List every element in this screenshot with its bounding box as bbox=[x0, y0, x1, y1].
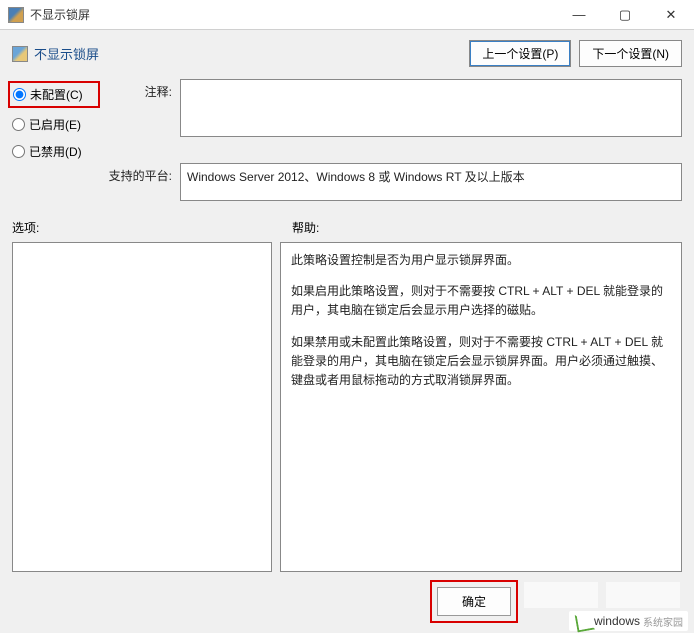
window-icon bbox=[8, 7, 24, 23]
faded-button-2 bbox=[606, 582, 680, 608]
close-button[interactable]: ✕ bbox=[648, 0, 694, 29]
radio-not-configured-input[interactable] bbox=[13, 88, 26, 101]
prev-setting-button[interactable]: 上一个设置(P) bbox=[469, 40, 571, 67]
radio-disabled-label: 已禁用(D) bbox=[29, 143, 82, 160]
help-label: 帮助: bbox=[292, 219, 319, 236]
radio-group: 未配置(C) 已启用(E) 已禁用(D) bbox=[12, 79, 98, 201]
policy-title: 不显示锁屏 bbox=[34, 44, 99, 63]
options-panel bbox=[12, 242, 272, 572]
comment-input[interactable] bbox=[180, 79, 682, 137]
radio-enabled[interactable]: 已启用(E) bbox=[12, 116, 98, 133]
faded-button-1 bbox=[524, 582, 598, 608]
radio-not-configured[interactable]: 未配置(C) bbox=[8, 81, 100, 108]
window-title: 不显示锁屏 bbox=[30, 6, 556, 23]
radio-not-configured-label: 未配置(C) bbox=[30, 86, 83, 103]
config-section: 未配置(C) 已启用(E) 已禁用(D) 注释: 支持的平台: Windows … bbox=[0, 75, 694, 201]
ok-button[interactable]: 确定 bbox=[437, 587, 511, 616]
help-paragraph: 如果启用此策略设置，则对于不需要按 CTRL + ALT + DEL 就能登录的… bbox=[291, 282, 671, 320]
comment-label: 注释: bbox=[108, 79, 172, 100]
help-panel: 此策略设置控制是否为用户显示锁屏界面。 如果启用此策略设置，则对于不需要按 CT… bbox=[280, 242, 682, 572]
watermark: windows 系统家园 bbox=[569, 611, 688, 631]
policy-icon bbox=[12, 46, 28, 62]
platform-text: Windows Server 2012、Windows 8 或 Windows … bbox=[180, 163, 682, 201]
watermark-text: windows bbox=[594, 614, 640, 628]
minimize-button[interactable]: — bbox=[556, 0, 602, 29]
next-setting-button[interactable]: 下一个设置(N) bbox=[579, 40, 682, 67]
options-label: 选项: bbox=[12, 219, 292, 236]
radio-disabled[interactable]: 已禁用(D) bbox=[12, 143, 98, 160]
content-area: 不显示锁屏 上一个设置(P) 下一个设置(N) 未配置(C) 已启用(E) 已禁… bbox=[0, 30, 694, 633]
watermark-logo-icon bbox=[574, 613, 592, 629]
header-row: 不显示锁屏 上一个设置(P) 下一个设置(N) bbox=[0, 30, 694, 75]
panels-labels: 选项: 帮助: bbox=[0, 201, 694, 242]
watermark-subtext: 系统家园 bbox=[643, 614, 683, 629]
radio-disabled-input[interactable] bbox=[12, 145, 25, 158]
platform-field-row: 支持的平台: Windows Server 2012、Windows 8 或 W… bbox=[108, 163, 682, 201]
comment-field-row: 注释: bbox=[108, 79, 682, 137]
ok-highlight: 确定 bbox=[430, 580, 518, 623]
maximize-button[interactable]: ▢ bbox=[602, 0, 648, 29]
radio-enabled-label: 已启用(E) bbox=[29, 116, 81, 133]
help-paragraph: 此策略设置控制是否为用户显示锁屏界面。 bbox=[291, 251, 671, 270]
title-bar: 不显示锁屏 — ▢ ✕ bbox=[0, 0, 694, 30]
right-fields: 注释: 支持的平台: Windows Server 2012、Windows 8… bbox=[108, 79, 682, 201]
radio-enabled-input[interactable] bbox=[12, 118, 25, 131]
platform-label: 支持的平台: bbox=[108, 163, 172, 184]
window-controls: — ▢ ✕ bbox=[556, 0, 694, 29]
nav-buttons: 上一个设置(P) 下一个设置(N) bbox=[469, 40, 682, 67]
platform-value: Windows Server 2012、Windows 8 或 Windows … bbox=[187, 170, 525, 184]
panels-row: 此策略设置控制是否为用户显示锁屏界面。 如果启用此策略设置，则对于不需要按 CT… bbox=[0, 242, 694, 572]
help-paragraph: 如果禁用或未配置此策略设置，则对于不需要按 CTRL + ALT + DEL 就… bbox=[291, 333, 671, 391]
